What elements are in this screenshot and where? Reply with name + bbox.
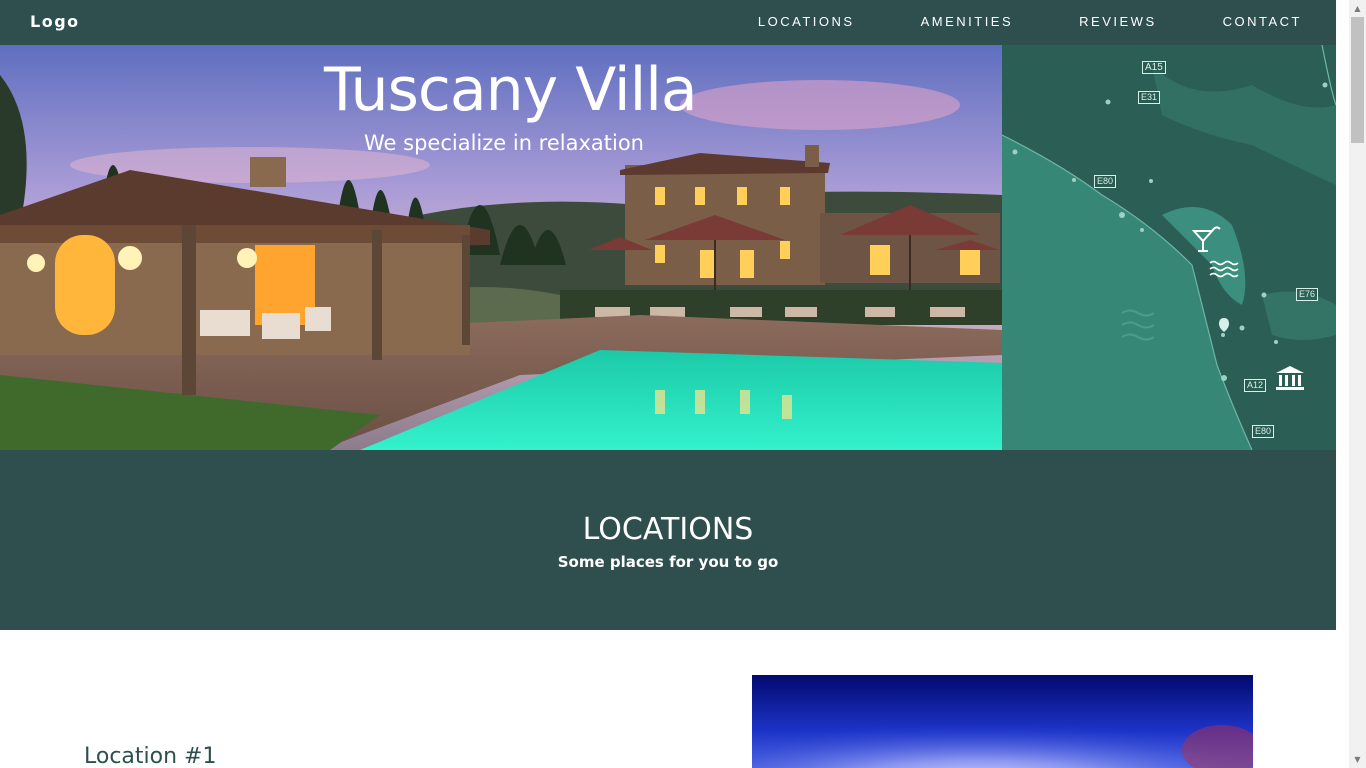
nav-link-reviews[interactable]: REVIEWS xyxy=(1079,14,1156,29)
road-badge-e80-south: E80 xyxy=(1252,425,1275,438)
museum-icon[interactable] xyxy=(1275,365,1305,391)
road-badge-a15: A15 xyxy=(1142,61,1166,74)
cocktail-icon[interactable] xyxy=(1192,225,1222,255)
scroll-down-arrow-icon[interactable]: ▼ xyxy=(1349,751,1366,768)
road-badge-e80: E80 xyxy=(1094,175,1117,188)
nav-link-amenities[interactable]: AMENITIES xyxy=(921,14,1014,29)
road-badge-e31: E31 xyxy=(1138,91,1161,104)
location-title: Location #1 xyxy=(84,744,217,768)
location-image xyxy=(752,675,1253,768)
section-subtitle: Some places for you to go xyxy=(557,553,779,571)
section-title: LOCATIONS xyxy=(582,512,754,547)
location-map[interactable]: A15 E31 E80 E76 A12 E80 xyxy=(1002,45,1336,450)
waves-icon[interactable] xyxy=(1209,259,1239,279)
location-photo xyxy=(752,675,1253,768)
hero-banner: Tuscany Villa We specialize in relaxatio… xyxy=(0,45,1002,450)
nav-links: LOCATIONS AMENITIES REVIEWS CONTACT xyxy=(692,14,1302,29)
logo[interactable]: Logo xyxy=(30,12,80,31)
nav-link-locations[interactable]: LOCATIONS xyxy=(758,14,855,29)
road-badge-a12: A12 xyxy=(1244,379,1267,392)
locations-section-header: LOCATIONS Some places for you to go xyxy=(0,450,1336,630)
vertical-scrollbar[interactable]: ▲ ▼ xyxy=(1349,0,1366,768)
pin-icon[interactable] xyxy=(1217,317,1231,333)
page: Logo LOCATIONS AMENITIES REVIEWS CONTACT xyxy=(0,0,1336,768)
nav-link-contact[interactable]: CONTACT xyxy=(1223,14,1302,29)
scroll-up-arrow-icon[interactable]: ▲ xyxy=(1349,0,1366,17)
scroll-thumb[interactable] xyxy=(1351,17,1364,143)
top-navbar: Logo LOCATIONS AMENITIES REVIEWS CONTACT xyxy=(0,0,1336,45)
road-badge-e76: E76 xyxy=(1296,288,1319,301)
hero-title: Tuscany Villa xyxy=(324,55,698,125)
hero-subtitle: We specialize in relaxation xyxy=(364,131,644,155)
page-gutter xyxy=(1336,0,1349,768)
